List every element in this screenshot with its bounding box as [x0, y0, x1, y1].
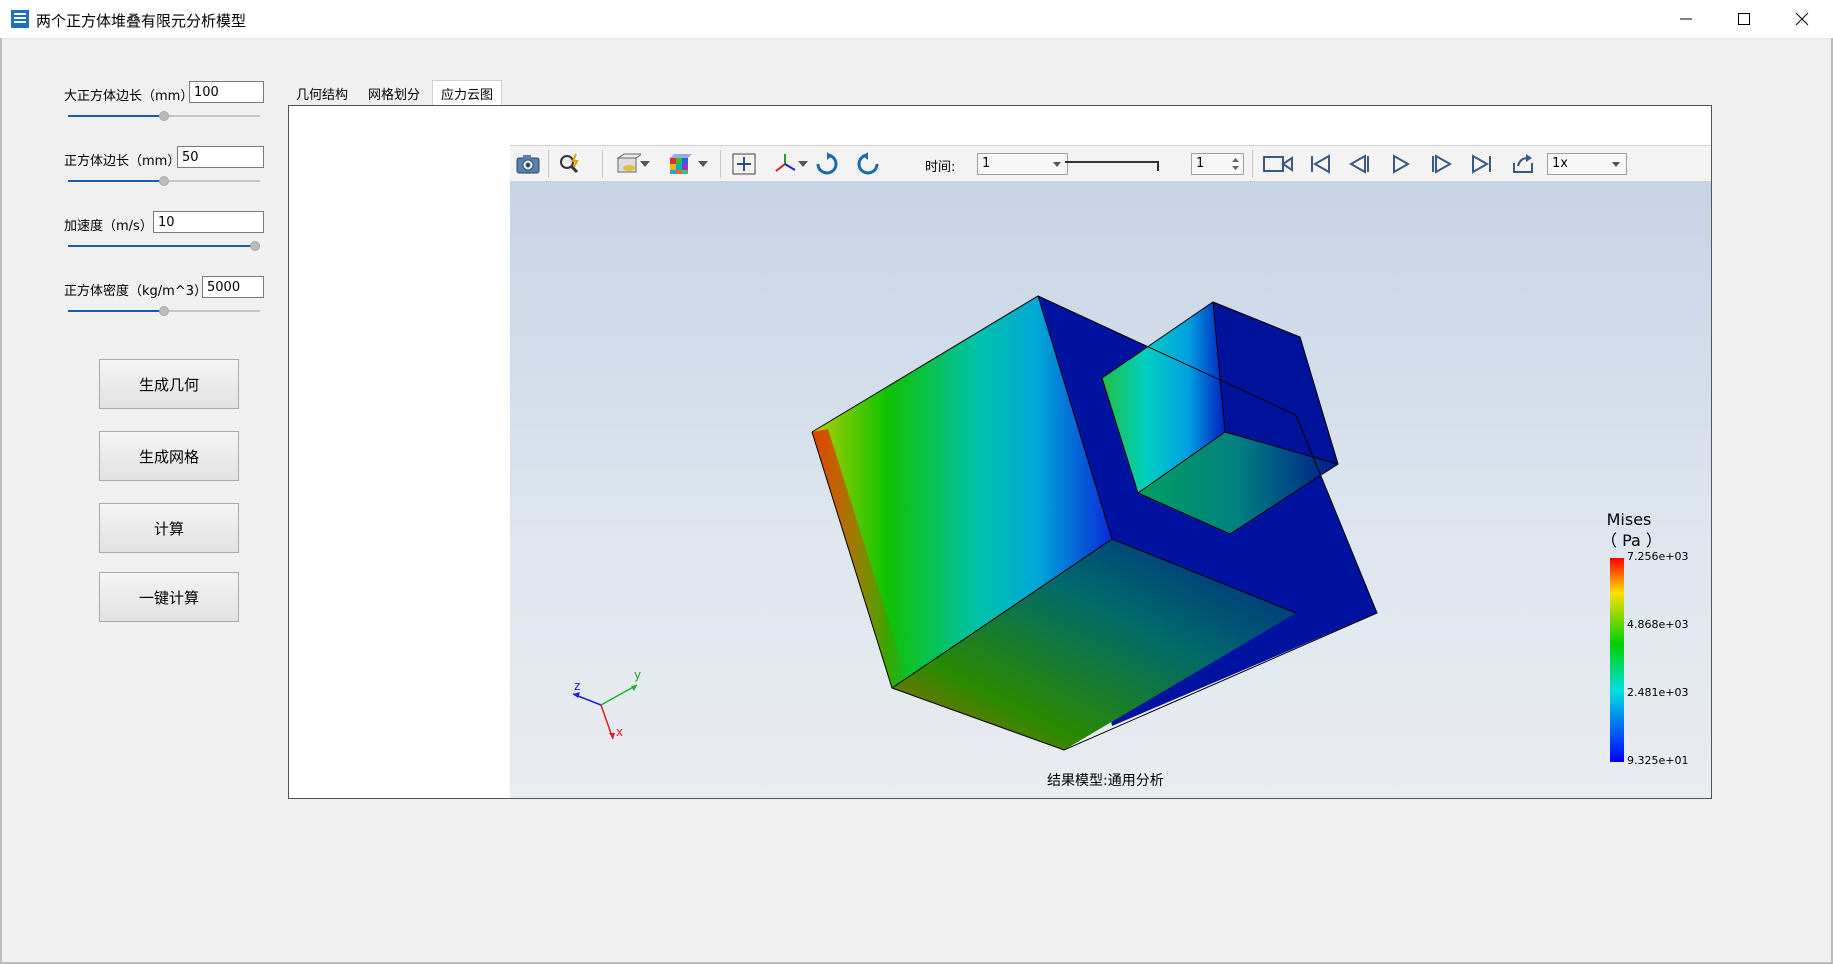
tab-mesh[interactable]: 网格划分 [362, 80, 426, 106]
rotate-ccw-button[interactable] [854, 151, 882, 177]
minimize-button[interactable] [1657, 0, 1715, 38]
cube-edge-input[interactable]: 50 [177, 146, 264, 168]
stress-contour-model: y z x [572, 295, 1378, 751]
legend-tick-min: 9.325e+01 [1627, 754, 1689, 767]
camera-icon [516, 155, 540, 174]
viewer-toolbar: 时间: 1 1 1x [510, 145, 1711, 182]
param-label-density: 正方体密度（kg/m^3） [64, 284, 207, 299]
result-model-label: 结果模型:通用分析 [1047, 773, 1164, 789]
generate-mesh-button[interactable]: 生成网格 [99, 431, 239, 481]
record-button[interactable] [1262, 151, 1294, 177]
section-view-dropdown[interactable] [638, 151, 652, 177]
time-label: 时间: [925, 160, 956, 175]
acceleration-slider[interactable] [68, 241, 260, 251]
param-label-acceleration: 加速度（m/s） [64, 219, 153, 234]
time-select[interactable]: 1 [977, 153, 1068, 175]
generate-geometry-button[interactable]: 生成几何 [99, 359, 239, 409]
legend-tick-2: 4.868e+03 [1627, 618, 1689, 631]
time-slider[interactable] [1065, 158, 1159, 171]
big-cube-edge-input[interactable]: 100 [189, 81, 264, 103]
axes-dropdown[interactable] [796, 151, 810, 177]
next-frame-button[interactable] [1427, 151, 1455, 177]
record-icon [1263, 156, 1293, 172]
axis-z-label: z [574, 679, 580, 693]
play-icon [1393, 154, 1411, 174]
frame-spinbox[interactable]: 1 [1191, 153, 1244, 175]
title-bar: 两个正方体堆叠有限元分析模型 [0, 0, 1833, 39]
time-select-value: 1 [982, 156, 991, 171]
last-frame-button[interactable] [1468, 151, 1496, 177]
minimize-icon [1680, 18, 1692, 20]
chevron-down-icon [640, 161, 650, 167]
big-cube-edge-slider[interactable] [68, 111, 260, 121]
play-button[interactable] [1387, 151, 1415, 177]
param-label-big-cube-edge: 大正方体边长（mm） [64, 89, 194, 104]
chevron-down-icon [798, 161, 808, 167]
legend-colorbar [1610, 558, 1624, 762]
app-icon [11, 10, 29, 28]
prev-frame-icon [1348, 154, 1369, 174]
next-frame-icon [1432, 154, 1453, 174]
cube-edge-slider[interactable] [68, 176, 260, 186]
colormap-icon [670, 154, 692, 174]
close-icon [1795, 12, 1809, 26]
param-label-cube-edge: 正方体边长（mm） [64, 154, 181, 169]
density-input[interactable]: 5000 [202, 276, 264, 298]
fit-view-icon [732, 153, 756, 175]
fit-view-button[interactable] [730, 151, 758, 177]
compute-button[interactable]: 计算 [99, 503, 239, 553]
spin-arrows-icon [1232, 158, 1239, 170]
axis-y-label: y [634, 668, 641, 682]
rotate-ccw-icon [857, 152, 879, 175]
camera-button[interactable] [514, 151, 542, 177]
rotate-cw-button[interactable] [813, 151, 841, 177]
window-title: 两个正方体堆叠有限元分析模型 [36, 12, 247, 30]
tab-stress-contour[interactable]: 应力云图 [432, 80, 502, 106]
colormap-button[interactable] [666, 151, 694, 177]
one-click-compute-button[interactable]: 一键计算 [99, 572, 239, 622]
zoom-button[interactable] [556, 151, 584, 177]
tab-geometry[interactable]: 几何结构 [290, 80, 354, 106]
export-button[interactable] [1509, 151, 1537, 177]
prev-frame-button[interactable] [1346, 151, 1374, 177]
axis-x-label: x [616, 725, 623, 739]
frame-spinbox-value: 1 [1196, 156, 1205, 171]
colormap-dropdown[interactable] [696, 151, 710, 177]
legend-unit: （ Pa ） [1601, 531, 1662, 550]
maximize-button[interactable] [1715, 0, 1773, 38]
export-icon [1513, 154, 1533, 173]
chevron-down-icon [698, 161, 708, 167]
zoom-icon [560, 153, 579, 174]
acceleration-input[interactable]: 10 [153, 211, 264, 233]
density-slider[interactable] [68, 306, 260, 316]
speed-select-value: 1x [1552, 156, 1568, 171]
axis-triad: y z x [572, 668, 641, 740]
legend-tick-3: 2.481e+03 [1627, 686, 1689, 699]
3d-viewport[interactable]: y z x [510, 182, 1711, 798]
first-frame-icon [1311, 154, 1330, 174]
maximize-icon [1738, 13, 1750, 25]
last-frame-icon [1472, 154, 1491, 174]
speed-select[interactable]: 1x [1547, 153, 1627, 175]
first-frame-button[interactable] [1306, 151, 1334, 177]
close-button[interactable] [1773, 0, 1831, 38]
legend-tick-max: 7.256e+03 [1627, 550, 1689, 563]
rotate-cw-icon [816, 152, 838, 175]
